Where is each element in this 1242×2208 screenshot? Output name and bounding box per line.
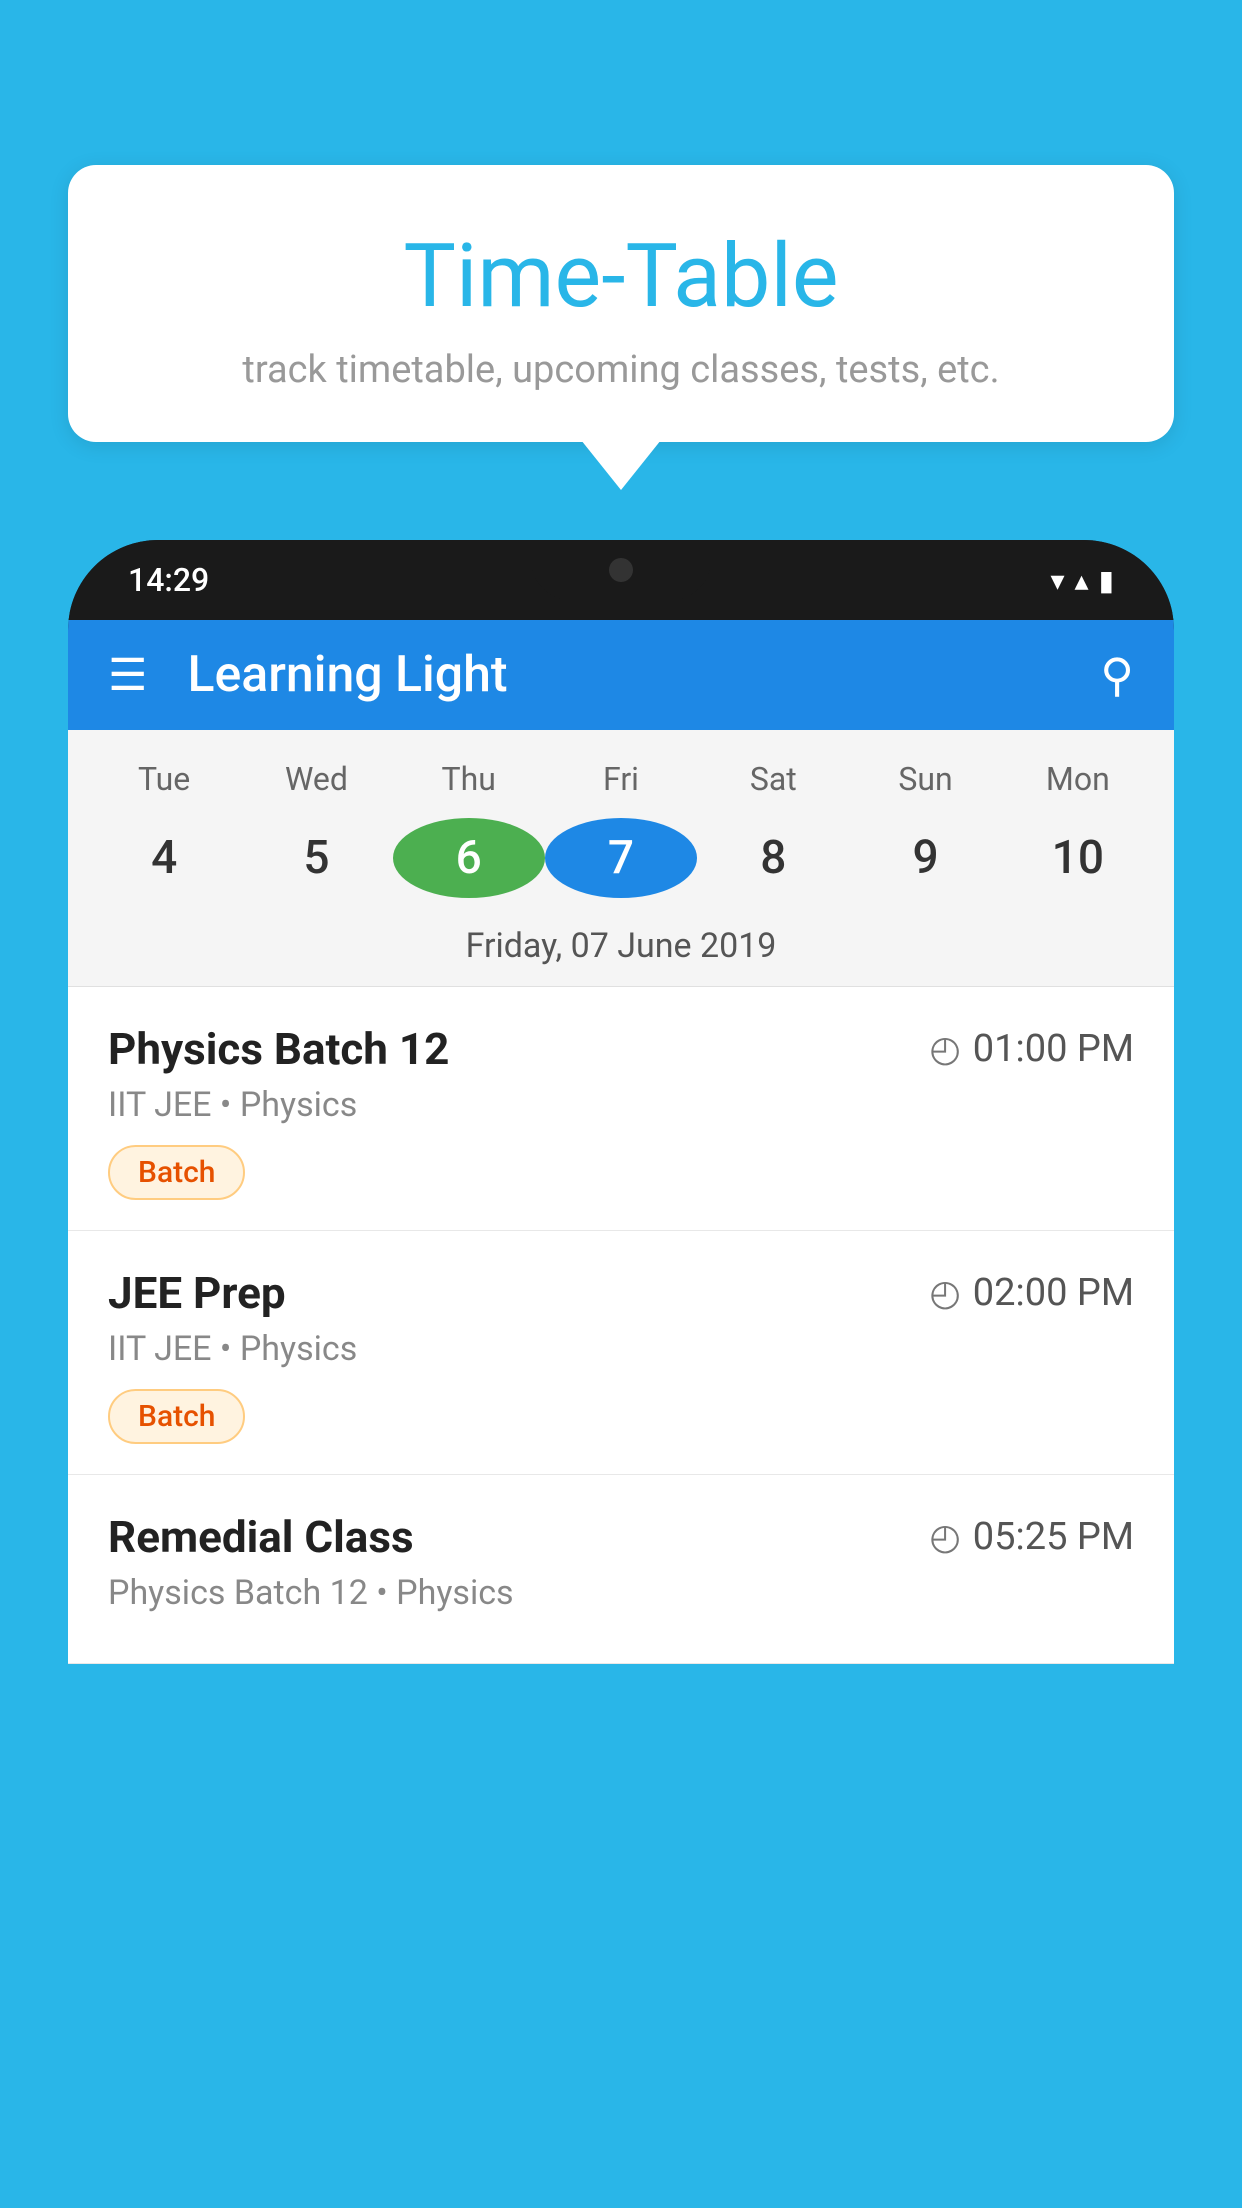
class-meta-1: IIT JEE • Physics xyxy=(108,1329,1134,1369)
class-meta-0: IIT JEE • Physics xyxy=(108,1085,1134,1125)
status-icons: ▾ ▴ ▮ xyxy=(1050,564,1114,597)
day-cell-tue[interactable]: 4 xyxy=(88,821,240,895)
phone-body: 14:29 ▾ ▴ ▮ ☰ Learning Light ⚲ TueWedThu… xyxy=(68,540,1174,1664)
day-header-wed: Wed xyxy=(240,750,392,808)
day-number-9[interactable]: 9 xyxy=(849,821,1001,895)
class-time-text-1: 02:00 PM xyxy=(973,1271,1134,1315)
calendar-strip: TueWedThuFriSatSunMon 45678910 Friday, 0… xyxy=(68,730,1174,987)
class-name-0: Physics Batch 12 xyxy=(108,1023,449,1075)
day-headers: TueWedThuFriSatSunMon xyxy=(68,750,1174,808)
app-bar: ☰ Learning Light ⚲ xyxy=(68,620,1174,730)
day-cell-wed[interactable]: 5 xyxy=(240,821,392,895)
signal-icon: ▴ xyxy=(1075,564,1089,597)
day-header-mon: Mon xyxy=(1002,750,1154,808)
clock-icon-1: ◴ xyxy=(929,1272,960,1314)
status-time: 14:29 xyxy=(128,561,209,599)
day-cell-mon[interactable]: 10 xyxy=(1002,821,1154,895)
class-name-2: Remedial Class xyxy=(108,1511,414,1563)
class-item-header-2: Remedial Class ◴ 05:25 PM xyxy=(108,1511,1134,1563)
class-item-1[interactable]: JEE Prep ◴ 02:00 PM IIT JEE • Physics Batch xyxy=(68,1231,1174,1475)
class-time-0: ◴ 01:00 PM xyxy=(929,1027,1134,1071)
class-time-2: ◴ 05:25 PM xyxy=(929,1515,1134,1559)
class-item-header-1: JEE Prep ◴ 02:00 PM xyxy=(108,1267,1134,1319)
class-item-header-0: Physics Batch 12 ◴ 01:00 PM xyxy=(108,1023,1134,1075)
day-cell-fri[interactable]: 7 xyxy=(545,818,697,898)
day-number-5[interactable]: 5 xyxy=(240,821,392,895)
phone-notch xyxy=(531,540,711,600)
class-name-1: JEE Prep xyxy=(108,1267,286,1319)
battery-icon: ▮ xyxy=(1099,564,1114,597)
search-icon[interactable]: ⚲ xyxy=(1100,648,1134,703)
batch-badge-0: Batch xyxy=(108,1145,245,1200)
clock-icon-0: ◴ xyxy=(929,1028,960,1070)
day-cell-sat[interactable]: 8 xyxy=(697,821,849,895)
class-item-2[interactable]: Remedial Class ◴ 05:25 PM Physics Batch 12 … xyxy=(68,1475,1174,1664)
tooltip-subtitle: track timetable, upcoming classes, tests… xyxy=(118,348,1124,392)
day-number-7[interactable]: 7 xyxy=(545,818,697,898)
camera-dot xyxy=(609,558,633,582)
tooltip-card: Time-Table track timetable, upcoming cla… xyxy=(68,165,1174,442)
class-item-0[interactable]: Physics Batch 12 ◴ 01:00 PM IIT JEE • Physi… xyxy=(68,987,1174,1231)
class-time-1: ◴ 02:00 PM xyxy=(929,1271,1134,1315)
day-cell-thu[interactable]: 6 xyxy=(393,818,545,898)
day-header-fri: Fri xyxy=(545,750,697,808)
day-cell-sun[interactable]: 9 xyxy=(849,821,1001,895)
phone-wrapper: 14:29 ▾ ▴ ▮ ☰ Learning Light ⚲ TueWedThu… xyxy=(68,540,1174,2208)
hamburger-icon[interactable]: ☰ xyxy=(108,649,147,701)
app-title: Learning Light xyxy=(187,646,1100,704)
day-number-8[interactable]: 8 xyxy=(697,821,849,895)
day-number-6[interactable]: 6 xyxy=(393,818,545,898)
class-time-text-2: 05:25 PM xyxy=(973,1515,1134,1559)
day-header-thu: Thu xyxy=(393,750,545,808)
tooltip-title: Time-Table xyxy=(118,225,1124,328)
classes-list: Physics Batch 12 ◴ 01:00 PM IIT JEE • Physi… xyxy=(68,987,1174,1664)
day-numbers: 45678910 xyxy=(68,808,1174,908)
day-header-sat: Sat xyxy=(697,750,849,808)
wifi-icon: ▾ xyxy=(1050,564,1064,597)
day-header-sun: Sun xyxy=(849,750,1001,808)
class-time-text-0: 01:00 PM xyxy=(973,1027,1134,1071)
batch-badge-1: Batch xyxy=(108,1389,245,1444)
day-header-tue: Tue xyxy=(88,750,240,808)
status-bar: 14:29 ▾ ▴ ▮ xyxy=(68,540,1174,620)
clock-icon-2: ◴ xyxy=(929,1516,960,1558)
day-number-4[interactable]: 4 xyxy=(88,821,240,895)
class-meta-2: Physics Batch 12 • Physics xyxy=(108,1573,1134,1613)
day-number-10[interactable]: 10 xyxy=(1002,821,1154,895)
selected-date-label: Friday, 07 June 2019 xyxy=(68,908,1174,987)
